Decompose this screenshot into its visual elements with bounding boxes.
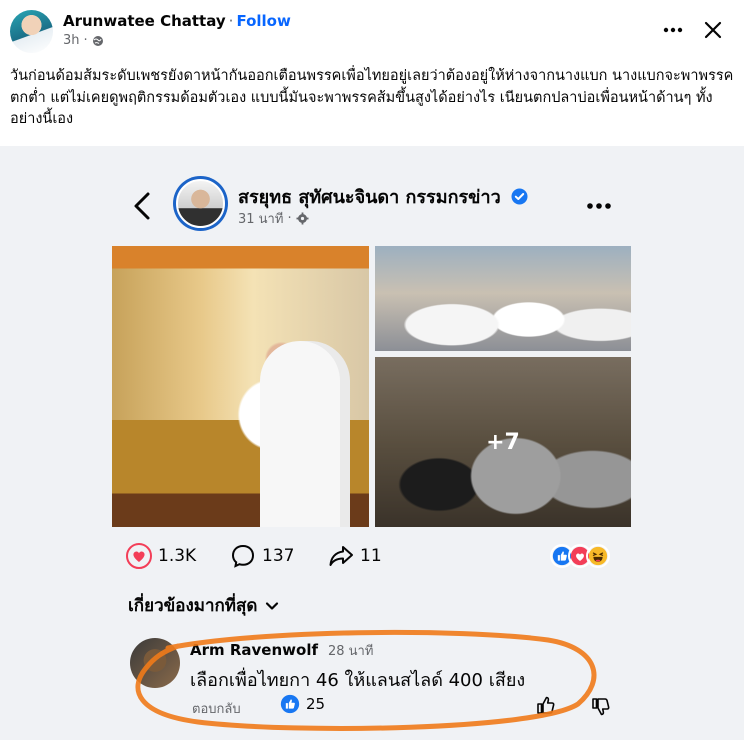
more-options-button[interactable]: [659, 16, 687, 44]
reactions-bar: 1.3K 137 11: [112, 541, 631, 571]
embedded-meta-separator: ·: [287, 211, 292, 226]
heart-reaction-button[interactable]: 1.3K: [126, 541, 196, 571]
commenter-line: Arm Ravenwolf 28 นาที: [190, 640, 373, 661]
author-avatar[interactable]: [10, 10, 53, 53]
post-time[interactable]: 3h: [63, 33, 80, 48]
photo-street-walk[interactable]: +7: [375, 357, 631, 527]
close-icon: [704, 21, 722, 39]
post-meta: 3h ·: [63, 33, 104, 48]
page-name-text: สรยุทธ สุทัศนะจินดา กรรมกรข่าว: [238, 187, 501, 208]
shares-count: 11: [360, 546, 382, 566]
embedded-screenshot[interactable]: สรยุทธ สุทัศนะจินดา กรรมกรข่าว 31 นาที ·: [0, 146, 744, 740]
like-comment-icon[interactable]: [535, 694, 557, 716]
share-button[interactable]: 11: [328, 541, 382, 571]
globe-icon: [92, 35, 103, 46]
chevron-down-icon: [266, 601, 279, 610]
settings-icon: [296, 212, 309, 225]
comment: Arm Ravenwolf 28 นาที เลือกเพื่อไทยกา 46 …: [130, 638, 630, 728]
more-photos-count: +7: [486, 429, 520, 455]
share-icon: [329, 546, 353, 566]
photo-gold-shop[interactable]: [112, 246, 369, 527]
comment-likes[interactable]: 25: [280, 694, 325, 714]
comment-likes-count: 25: [306, 695, 326, 713]
reaction-summary[interactable]: [550, 544, 612, 568]
embedded-post-header: สรยุทธ สุทัศนะจินดา กรรมกรข่าว 31 นาที ·: [0, 146, 744, 246]
comment-sort-button[interactable]: เกี่ยวข้องมากที่สุด: [128, 592, 279, 619]
thumbs-up-icon: [280, 694, 300, 714]
comments-count: 137: [262, 546, 295, 566]
page-avatar-photo: [176, 179, 225, 228]
comment-time[interactable]: 28 นาที: [328, 644, 373, 659]
back-icon[interactable]: [128, 188, 156, 224]
page-name[interactable]: สรยุทธ สุทัศนะจินดา กรรมกรข่าว: [238, 182, 528, 211]
separator: ·: [228, 12, 234, 30]
likes-count: 1.3K: [158, 546, 197, 566]
reply-button[interactable]: ตอบกลับ: [192, 698, 241, 719]
more-icon: [663, 27, 683, 33]
author-name[interactable]: Arunwatee Chattay: [63, 12, 226, 30]
more-photos-overlay[interactable]: +7: [375, 357, 631, 527]
comment-icon: [231, 544, 255, 568]
author-line: Arunwatee Chattay · Follow: [63, 11, 291, 31]
meta-separator: ·: [83, 33, 88, 48]
photo-crowd[interactable]: [375, 246, 631, 351]
comment-text: เลือกเพื่อไทยกา 46 ให้แลนสไลด์ 400 เสียง: [190, 670, 526, 691]
comment-sort-label: เกี่ยวข้องมากที่สุด: [128, 596, 258, 616]
thumbs-down-icon[interactable]: [590, 696, 612, 718]
post-header: Arunwatee Chattay · Follow 3h ·: [0, 0, 744, 62]
page-avatar[interactable]: [173, 176, 228, 231]
comment-button[interactable]: 137: [230, 541, 294, 571]
commenter-name[interactable]: Arm Ravenwolf: [190, 641, 318, 659]
follow-button[interactable]: Follow: [236, 12, 290, 30]
close-button[interactable]: [699, 16, 727, 44]
embedded-post-time[interactable]: 31 นาที: [238, 208, 283, 229]
embedded-post-meta: 31 นาที ·: [238, 208, 309, 229]
embedded-more-icon[interactable]: [585, 196, 613, 216]
heart-icon: [126, 543, 152, 569]
photo-grid: +7: [112, 246, 631, 527]
post-text: วันก่อนด้อมส้มระดับเพชรยังดาหน้ากันออกเต…: [10, 68, 734, 127]
commenter-avatar[interactable]: [130, 638, 180, 688]
haha-icon: [586, 544, 610, 568]
verified-icon: [511, 188, 528, 205]
